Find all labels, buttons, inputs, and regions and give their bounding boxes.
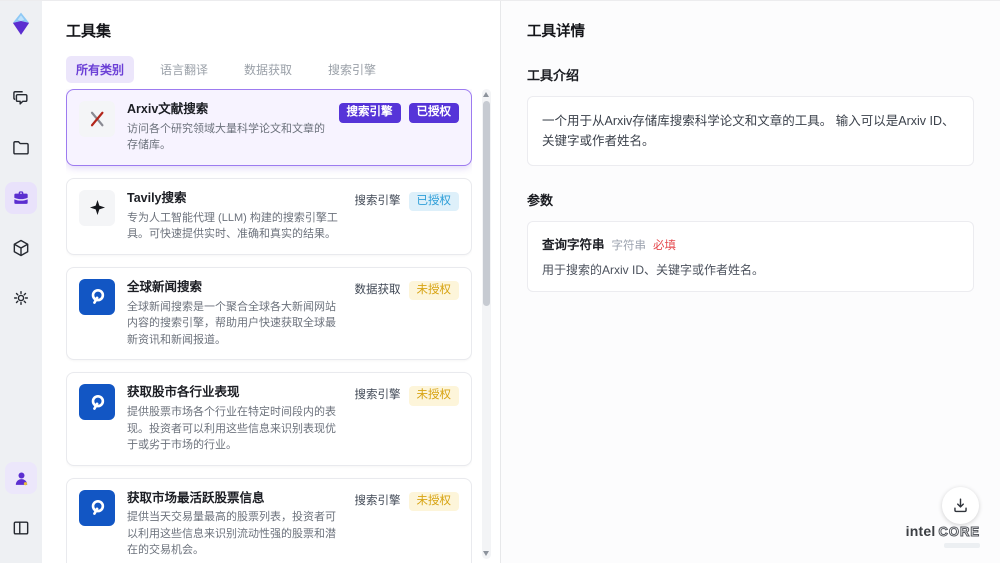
page-title: 工具集 [66,23,112,40]
blue-q-icon [79,384,115,421]
tool-card[interactable]: 获取市场最活跃股票信息 提供当天交易量最高的股票列表，投资者可以利用这些信息来识… [66,477,472,563]
tool-auth-badge: 未授权 [408,386,459,406]
tool-card[interactable]: 全球新闻搜索 全球新闻搜索是一个聚合全球各大新闻网站内容的搜索引擎，帮助用户快速… [66,266,472,361]
category-tab[interactable]: 所有类别 [66,56,135,83]
blue-q-icon [79,278,115,315]
download-icon [954,498,967,513]
scroll-up-arrow-icon[interactable] [483,92,489,97]
tool-card[interactable]: 获取股市各行业表现 提供股票市场各个行业在特定时间段内的表现。投资者可以利用这些… [66,372,472,466]
tool-card[interactable]: Tavily搜索 专为人工智能代理 (LLM) 构建的搜索引擎工具。可快速提供实… [66,177,472,255]
download-button[interactable] [942,487,979,524]
cube-icon[interactable] [5,232,37,264]
parameter-required-badge: 必填 [653,240,677,252]
settings-icon[interactable] [5,282,37,314]
tool-auth-badge: 未授权 [408,491,459,511]
parameter-type: 字符串 [611,240,647,252]
category-tab[interactable]: 语言翻译 [150,56,218,83]
tool-name: 全球新闻搜索 [127,279,203,294]
params-heading: 参数 [527,193,554,208]
tool-category-badge: 搜索引擎 [354,389,401,402]
tool-category-badge: 数据获取 [354,283,401,296]
scrollbar[interactable] [482,89,491,559]
tool-auth-badge: 已授权 [408,191,459,212]
tool-name: Arxiv文献搜索 [127,102,209,116]
blue-q-logo-icon [91,394,104,410]
tool-name: 获取市场最活跃股票信息 [127,490,265,505]
intro-text: 一个用于从Arxiv存储库搜索科学论文和文章的工具。 输入可以是Arxiv ID… [527,96,974,166]
app-logo-icon [6,9,36,39]
split-panel-icon[interactable] [5,512,37,544]
tool-category-badge: 搜索引擎 [354,494,401,507]
intro-heading: 工具介绍 [527,68,580,83]
tool-description: 访问各个研究领域大量科学论文和文章的存储库。 [127,122,325,152]
blue-q-icon [79,489,115,526]
blue-q-logo-icon [91,499,104,515]
tavily-star-icon [79,189,115,226]
category-tab[interactable]: 搜索引擎 [318,56,386,83]
tool-description: 专为人工智能代理 (LLM) 构建的搜索引擎工具。可快速提供实时、准确和真实的结… [127,211,338,241]
category-tabs: 所有类别 语言翻译 数据获取 搜索引擎 [42,41,500,83]
logo-watermark [944,543,980,548]
toolbox-icon[interactable] [5,182,37,214]
scroll-down-arrow-icon[interactable] [483,551,489,556]
parameter-description: 用于搜索的Arxiv ID、关键字或作者姓名。 [542,263,765,277]
sidebar [0,1,42,563]
arxiv-logo-icon [90,111,104,127]
intel-wordmark: intel [905,523,936,539]
tool-list: Arxiv文献搜索 访问各个研究领域大量科学论文和文章的存储库。 搜索引擎 已授… [66,89,472,563]
tool-category-badge: 搜索引擎 [354,194,401,207]
tool-name: 获取股市各行业表现 [127,385,240,400]
folder-icon[interactable] [5,132,37,164]
tool-description: 提供当天交易量最高的股票列表，投资者可以利用这些信息来识别流动性强的股票和潜在的… [127,511,336,557]
tools-panel: 工具集 所有类别 语言翻译 数据获取 搜索引擎 Arxiv文献搜索 访问各个研究领域大… [42,1,500,563]
chat-icon[interactable] [5,82,37,114]
tool-auth-badge: 已授权 [408,103,459,123]
arxiv-icon [79,101,115,137]
tool-auth-badge: 未授权 [408,280,459,301]
scrollbar-thumb[interactable] [483,101,490,306]
app-window: 工具集 所有类别 语言翻译 数据获取 搜索引擎 Arxiv文献搜索 访问各个研究领域大… [0,0,1000,563]
user-icon[interactable] [5,462,37,494]
tool-description: 全球新闻搜索是一个聚合全球各大新闻网站内容的搜索引擎，帮助用户快速获取全球最新资… [127,300,336,346]
tool-category-badge: 搜索引擎 [338,103,401,123]
tool-name: Tavily搜索 [127,190,187,205]
parameter-card: 查询字符串 字符串 必填 用于搜索的Arxiv ID、关键字或作者姓名。 [527,221,974,292]
category-tab[interactable]: 数据获取 [234,56,302,83]
parameter-name: 查询字符串 [542,238,605,252]
tool-details-panel: 工具详情 工具介绍 一个用于从Arxiv存储库搜索科学论文和文章的工具。 输入可… [500,1,1000,563]
details-title: 工具详情 [527,24,585,40]
intel-core-logo: intel core [906,524,980,548]
blue-q-logo-icon [91,289,104,305]
core-wordmark: core [938,524,980,539]
tool-description: 提供股票市场各个行业在特定时间段内的表现。投资者可以利用这些信息来识别表现优于或… [127,406,336,451]
tavily-star-icon [89,200,105,216]
tool-card[interactable]: Arxiv文献搜索 访问各个研究领域大量科学论文和文章的存储库。 搜索引擎 已授… [66,89,472,166]
